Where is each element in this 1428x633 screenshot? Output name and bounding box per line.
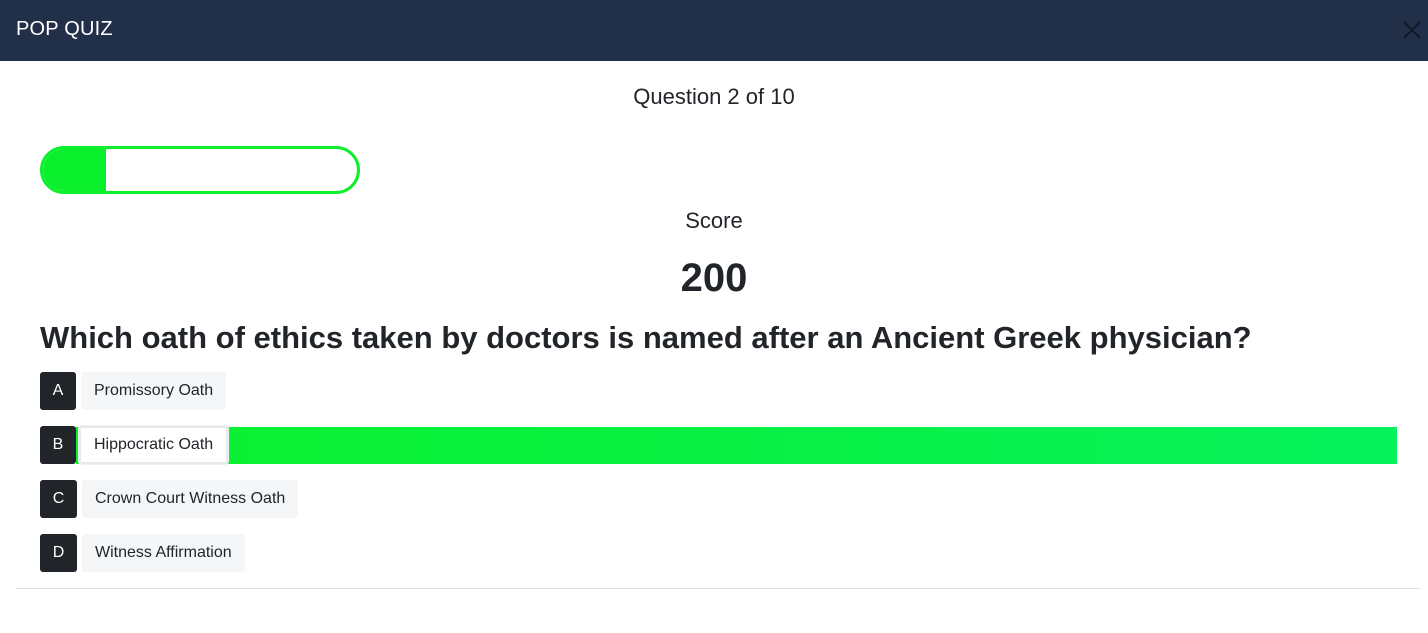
answer-text: Hippocratic Oath [79, 426, 229, 464]
progress-fill [43, 149, 106, 191]
score-value: 200 [680, 256, 748, 300]
question-counter: Question 2 of 10 [633, 84, 795, 109]
answer-text: Crown Court Witness Oath [82, 480, 299, 518]
close-button[interactable] [1398, 16, 1426, 44]
answer-option-b[interactable]: B Hippocratic Oath [40, 426, 1397, 464]
quiz-title: POP QUIZ [16, 18, 113, 40]
answer-text: Witness Affirmation [82, 534, 245, 572]
score-label: Score [685, 208, 743, 233]
divider [16, 588, 1420, 589]
answer-letter: A [40, 372, 76, 410]
answer-letter: C [40, 480, 77, 518]
correct-answer-highlight [76, 427, 1397, 464]
answer-text: Promissory Oath [81, 372, 227, 410]
close-icon [1403, 21, 1421, 39]
quiz-progress-bar [40, 146, 360, 194]
question-text: Which oath of ethics taken by doctors is… [40, 320, 1252, 355]
answer-letter: B [40, 426, 76, 464]
quiz-header: POP QUIZ [0, 0, 1428, 61]
answer-letter: D [40, 534, 77, 572]
